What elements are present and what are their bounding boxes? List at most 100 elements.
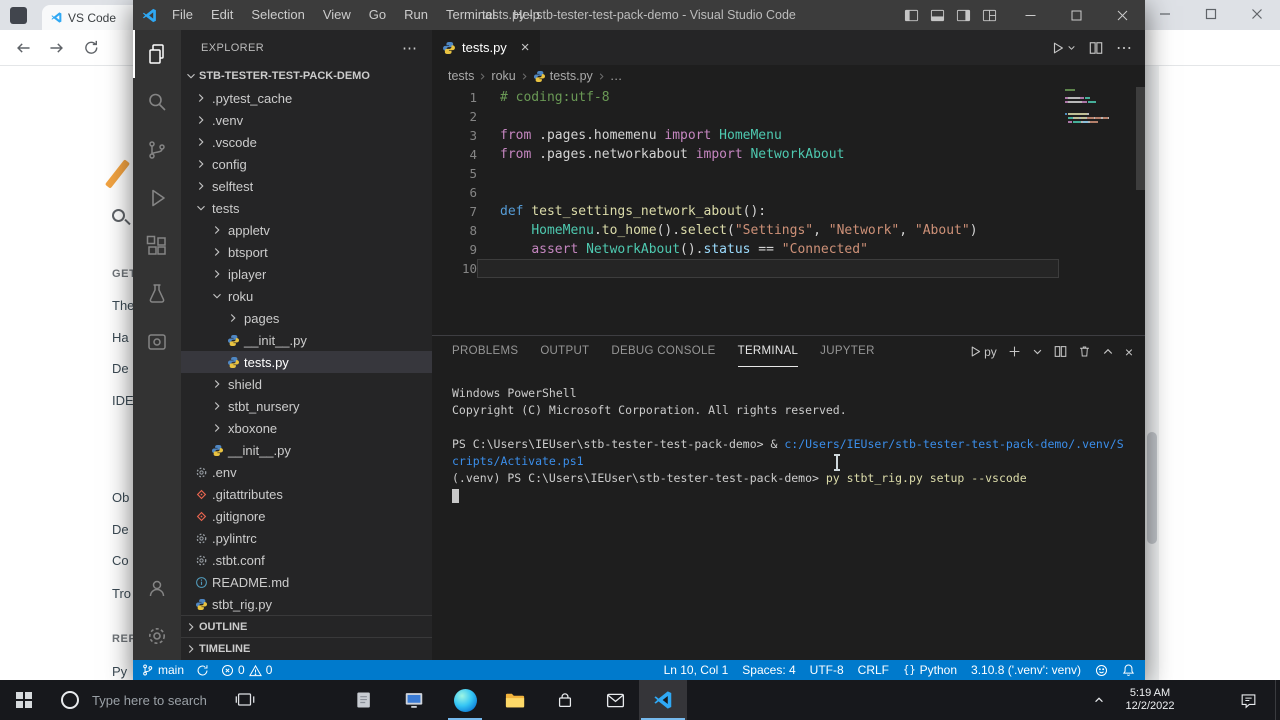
- toggle-panel-icon[interactable]: [930, 8, 945, 23]
- code-line-4[interactable]: 4 from .pages.networkabout import Network…: [432, 145, 1145, 164]
- menu-run[interactable]: Run: [395, 0, 437, 30]
- tree-item-.venv[interactable]: .venv: [181, 109, 432, 131]
- python-interpreter[interactable]: 3.10.8 ('.venv': venv): [971, 663, 1081, 677]
- tree-item-tests.py[interactable]: tests.py: [181, 351, 432, 373]
- background-pinned-tab-icon[interactable]: [10, 7, 27, 24]
- pinned-app-2-icon[interactable]: [390, 680, 438, 720]
- tree-item-.gitattributes[interactable]: .gitattributes: [181, 483, 432, 505]
- outline-section[interactable]: OUTLINE: [181, 615, 432, 637]
- browser-forward-icon[interactable]: [48, 39, 66, 57]
- code-line-6[interactable]: 6: [432, 183, 1145, 202]
- editor-tab-tests-py[interactable]: tests.py ×: [432, 30, 540, 65]
- split-terminal-icon[interactable]: [1054, 345, 1067, 358]
- code-line-1[interactable]: 1 # coding:utf-8: [432, 88, 1145, 107]
- search-icon[interactable]: [112, 209, 125, 222]
- launch-profile-button[interactable]: py: [969, 345, 997, 359]
- panel-tab-terminal[interactable]: TERMINAL: [737, 336, 799, 367]
- background-scrollbar-thumb[interactable]: [1147, 432, 1157, 544]
- testing-icon[interactable]: [133, 270, 181, 318]
- code-line-5[interactable]: 5: [432, 164, 1145, 183]
- background-browser-tab[interactable]: VS Code: [42, 5, 142, 30]
- breadcrumb-item[interactable]: …: [610, 69, 623, 83]
- maximize-button[interactable]: [1053, 0, 1099, 30]
- extension-custom-icon[interactable]: [133, 318, 181, 366]
- code-editor[interactable]: 1 # coding:utf-8 2 3 from .pages.homemenu im…: [432, 87, 1145, 335]
- git-branch-indicator[interactable]: main: [141, 663, 184, 677]
- breadcrumb-item[interactable]: roku: [491, 69, 515, 83]
- tree-item-stbt_rig.py[interactable]: stbt_rig.py: [181, 593, 432, 615]
- indentation-setting[interactable]: Spaces: 4: [742, 663, 795, 677]
- tree-item-README.md[interactable]: README.md: [181, 571, 432, 593]
- maximize-panel-icon[interactable]: [1102, 346, 1114, 358]
- tree-item-xboxone[interactable]: xboxone: [181, 417, 432, 439]
- tree-item-config[interactable]: config: [181, 153, 432, 175]
- menu-edit[interactable]: Edit: [202, 0, 242, 30]
- eol-setting[interactable]: CRLF: [858, 663, 889, 677]
- panel-tab-jupyter[interactable]: JUPYTER: [820, 336, 875, 367]
- mail-app-icon[interactable]: [591, 680, 639, 720]
- close-panel-icon[interactable]: ×: [1125, 344, 1133, 360]
- tree-item-.vscode[interactable]: .vscode: [181, 131, 432, 153]
- tree-item-selftest[interactable]: selftest: [181, 175, 432, 197]
- show-hidden-icons-button[interactable]: [1086, 680, 1112, 720]
- start-button[interactable]: [0, 680, 48, 720]
- encoding-setting[interactable]: UTF-8: [810, 663, 844, 677]
- cursor-position[interactable]: Ln 10, Col 1: [664, 663, 729, 677]
- menu-file[interactable]: File: [163, 0, 202, 30]
- extensions-icon[interactable]: [133, 222, 181, 270]
- breadcrumb-item[interactable]: tests.py: [533, 69, 593, 83]
- tree-item-iplayer[interactable]: iplayer: [181, 263, 432, 285]
- pinned-app-1-icon[interactable]: [340, 680, 388, 720]
- toggle-secondary-sidebar-icon[interactable]: [956, 8, 971, 23]
- code-line-2[interactable]: 2: [432, 107, 1145, 126]
- background-scrollbar[interactable]: [1145, 66, 1159, 680]
- language-mode[interactable]: {} Python: [903, 663, 957, 677]
- notifications-bell-icon[interactable]: [1122, 663, 1135, 677]
- split-editor-icon[interactable]: [1089, 41, 1103, 55]
- taskbar-search-input[interactable]: Type here to search: [92, 680, 207, 720]
- customize-layout-icon[interactable]: [982, 8, 997, 23]
- breadcrumb-item[interactable]: tests: [448, 69, 474, 83]
- tree-item-shield[interactable]: shield: [181, 373, 432, 395]
- background-close-icon[interactable]: [1251, 8, 1263, 20]
- background-minimize-icon[interactable]: [1159, 8, 1171, 20]
- code-line-9[interactable]: 9 assert NetworkAbout().status == "Conne…: [432, 240, 1145, 259]
- code-line-7[interactable]: 7 def test_settings_network_about():: [432, 202, 1145, 221]
- tree-item-tests[interactable]: tests: [181, 197, 432, 219]
- background-maximize-icon[interactable]: [1205, 8, 1217, 20]
- tree-item-__init__.py[interactable]: __init__.py: [181, 329, 432, 351]
- feedback-icon[interactable]: [1095, 664, 1108, 677]
- close-button[interactable]: [1099, 0, 1145, 30]
- tree-item-__init__.py[interactable]: __init__.py: [181, 439, 432, 461]
- terminal-output[interactable]: Windows PowerShell Copyright (C) Microsof…: [432, 367, 1145, 660]
- code-line-8[interactable]: 8 HomeMenu.to_home().select("Settings", …: [432, 221, 1145, 240]
- explorer-actions-icon[interactable]: ⋯: [402, 39, 418, 57]
- menu-view[interactable]: View: [314, 0, 360, 30]
- source-control-icon[interactable]: [133, 126, 181, 174]
- tree-item-.stbt.conf[interactable]: .stbt.conf: [181, 549, 432, 571]
- code-line-10[interactable]: 10: [432, 259, 1145, 278]
- panel-tab-problems[interactable]: PROBLEMS: [452, 336, 518, 367]
- editor-scrollbar[interactable]: [1136, 87, 1145, 190]
- new-terminal-icon[interactable]: [1008, 345, 1021, 358]
- panel-tab-debug-console[interactable]: DEBUG CONSOLE: [611, 336, 715, 367]
- account-icon[interactable]: [133, 564, 181, 612]
- settings-gear-icon[interactable]: [133, 612, 181, 660]
- microsoft-store-icon[interactable]: [541, 680, 589, 720]
- tree-item-stbt_nursery[interactable]: stbt_nursery: [181, 395, 432, 417]
- explorer-icon[interactable]: [133, 30, 181, 78]
- code-line-3[interactable]: 3 from .pages.homemenu import HomeMenu: [432, 126, 1145, 145]
- search-sidebar-icon[interactable]: [133, 78, 181, 126]
- file-explorer-icon[interactable]: [491, 680, 539, 720]
- kill-terminal-icon[interactable]: [1078, 345, 1091, 358]
- edge-browser-icon[interactable]: [441, 680, 489, 720]
- menu-terminal[interactable]: Terminal: [437, 0, 504, 30]
- problems-indicator[interactable]: 0 0: [221, 663, 272, 677]
- tree-item-.env[interactable]: .env: [181, 461, 432, 483]
- tree-item-btsport[interactable]: btsport: [181, 241, 432, 263]
- more-actions-icon[interactable]: ⋯: [1116, 38, 1132, 58]
- browser-back-icon[interactable]: [14, 39, 32, 57]
- tree-item-.pylintrc[interactable]: .pylintrc: [181, 527, 432, 549]
- tree-item-pages[interactable]: pages: [181, 307, 432, 329]
- menu-help[interactable]: Help: [504, 0, 549, 30]
